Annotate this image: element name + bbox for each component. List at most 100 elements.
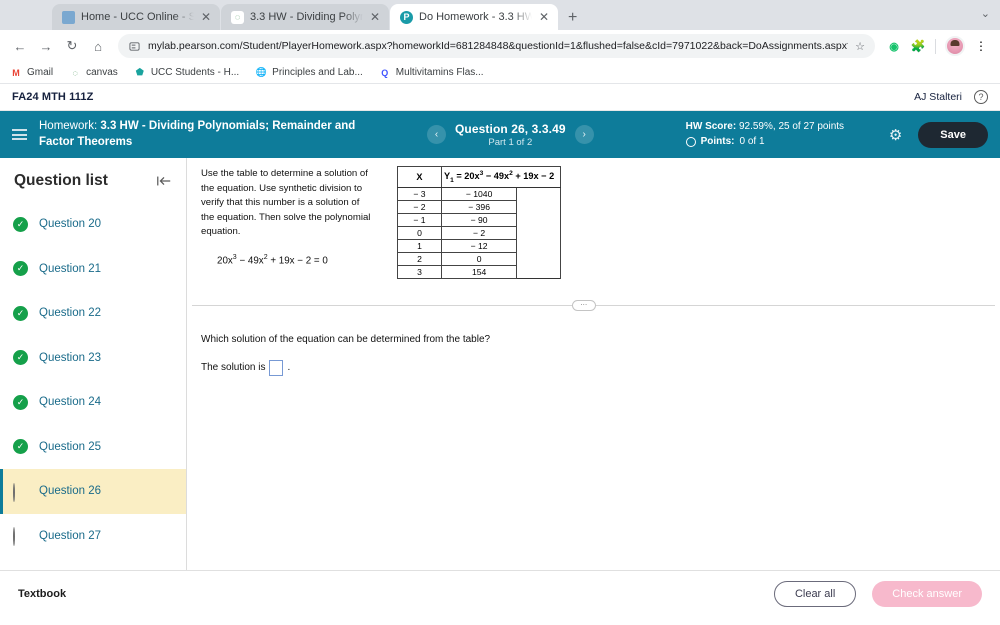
site-settings-icon[interactable] bbox=[128, 40, 141, 53]
main-area: Question list ✓ Question 20 ✓ Question 2… bbox=[0, 158, 1000, 570]
bookmarks-bar: M Gmail ◌ canvas ⬟ UCC Students - H... 🌐… bbox=[0, 62, 1000, 84]
user-name[interactable]: AJ Stalteri bbox=[914, 91, 962, 103]
home-icon[interactable]: ⌂ bbox=[86, 34, 110, 58]
status-done-icon: ✓ bbox=[13, 394, 28, 410]
prev-question-button[interactable]: ‹ bbox=[427, 125, 446, 144]
question-link: Question 20 bbox=[39, 218, 102, 231]
sidebar-item-question-25[interactable]: ✓ Question 25 bbox=[0, 425, 186, 470]
table-row: − 2 − 396 bbox=[397, 199, 562, 214]
sidebar-item-question-27[interactable]: Question 27 bbox=[0, 514, 186, 559]
cell-x: 1 bbox=[397, 238, 442, 253]
close-icon[interactable]: ✕ bbox=[369, 11, 381, 23]
values-table: X Y1 = 20x3 − 49x2 + 19x − 2 − 3 − 1040 … bbox=[397, 166, 562, 279]
eq-term-a: 20x bbox=[217, 255, 233, 267]
eq-term-b: − 49x bbox=[236, 255, 264, 267]
question-part-label: Part 1 of 2 bbox=[488, 136, 533, 148]
browser-tab[interactable]: Home - UCC Online - Sue Sh ✕ bbox=[52, 4, 220, 30]
profile-avatar[interactable] bbox=[945, 36, 965, 56]
browser-menu-icon[interactable]: ⋮ bbox=[970, 35, 992, 57]
current-question-label: Question 26, 3.3.49 bbox=[455, 121, 566, 136]
bookmark-item[interactable]: M Gmail bbox=[10, 67, 53, 79]
table-row: 2 0 bbox=[397, 251, 562, 266]
browser-toolbar: ← → ↻ ⌂ mylab.pearson.com/Student/Player… bbox=[0, 30, 1000, 62]
table-row: 0 − 2 bbox=[397, 225, 562, 240]
question-prompt: Use the table to determine a solution of… bbox=[201, 168, 371, 238]
forward-icon[interactable]: → bbox=[34, 34, 58, 58]
bookmark-star-icon[interactable]: ☆ bbox=[855, 40, 865, 53]
cell-y: 0 bbox=[440, 251, 518, 266]
homework-title: Homework: 3.3 HW - Dividing Polynomials;… bbox=[39, 119, 369, 150]
eq-term-c: + 19x − 2 = 0 bbox=[267, 255, 328, 267]
bookmark-item[interactable]: ⬟ UCC Students - H... bbox=[134, 67, 239, 79]
table-row: 1 − 12 bbox=[397, 238, 562, 253]
cell-blank bbox=[516, 187, 562, 201]
cell-blank bbox=[516, 265, 562, 279]
homework-label: Homework: bbox=[39, 119, 98, 132]
bookmark-item[interactable]: ◌ canvas bbox=[69, 67, 118, 79]
app-topbar: FA24 MTH 111Z AJ Stalteri ? bbox=[0, 84, 1000, 111]
cell-x: − 1 bbox=[397, 212, 442, 227]
gear-icon[interactable]: ⚙ bbox=[889, 126, 902, 144]
bookmark-label: Gmail bbox=[27, 67, 54, 78]
save-button[interactable]: Save bbox=[918, 121, 988, 148]
points-value: 0 of 1 bbox=[739, 135, 765, 147]
sub-question-text: Which solution of the equation can be de… bbox=[201, 333, 491, 345]
window-caret-icon[interactable]: ⌄ bbox=[981, 7, 990, 20]
cell-y: − 1040 bbox=[440, 186, 518, 201]
cell-x: 2 bbox=[397, 251, 442, 266]
new-tab-button[interactable]: + bbox=[559, 10, 586, 30]
sidebar-item-question-24[interactable]: ✓ Question 24 bbox=[0, 380, 186, 425]
sidebar-item-question-23[interactable]: ✓ Question 23 bbox=[0, 336, 186, 381]
bookmark-item[interactable]: 🌐 Principles and Lab... bbox=[255, 67, 363, 79]
browser-tab-active[interactable]: P Do Homework - 3.3 HW - Div ✕ bbox=[390, 4, 558, 30]
answer-input[interactable] bbox=[269, 359, 284, 376]
cell-y: − 90 bbox=[440, 212, 518, 227]
points-label: Points: bbox=[700, 135, 735, 147]
table-header-y: Y1 = 20x3 − 49x2 + 19x − 2 bbox=[440, 166, 562, 188]
address-bar[interactable]: mylab.pearson.com/Student/PlayerHomework… bbox=[118, 34, 875, 58]
collapse-left-icon[interactable] bbox=[156, 174, 172, 188]
answer-suffix: . bbox=[287, 362, 291, 374]
answer-prefix: The solution is bbox=[201, 362, 266, 374]
hamburger-icon[interactable] bbox=[12, 129, 27, 140]
cell-blank bbox=[516, 252, 562, 266]
ucc-icon: ⬟ bbox=[135, 67, 144, 77]
bookmark-item[interactable]: Q Multivitamins Flas... bbox=[379, 67, 483, 79]
cell-blank bbox=[516, 239, 562, 253]
question-prompt-block: Use the table to determine a solution of… bbox=[201, 166, 373, 279]
sidebar-item-question-21[interactable]: ✓ Question 21 bbox=[0, 247, 186, 292]
browser-tabstrip: Home - UCC Online - Sue Sh ✕ ◌ 3.3 HW - … bbox=[0, 0, 1000, 30]
check-answer-button[interactable]: Check answer bbox=[872, 581, 982, 607]
bookmark-label: canvas bbox=[86, 67, 118, 78]
question-link: Question 26 bbox=[39, 485, 102, 498]
ucc-icon bbox=[62, 10, 75, 24]
sidebar-item-question-20[interactable]: ✓ Question 20 bbox=[0, 202, 186, 247]
cell-blank bbox=[516, 213, 562, 227]
status-open-icon bbox=[13, 482, 28, 502]
back-icon[interactable]: ← bbox=[8, 34, 32, 58]
clear-all-button[interactable]: Clear all bbox=[773, 581, 857, 607]
help-icon[interactable]: ? bbox=[974, 90, 988, 104]
divider-handle[interactable]: ⋯ bbox=[572, 299, 596, 311]
question-list: ✓ Question 20 ✓ Question 21 ✓ Question 2… bbox=[0, 202, 186, 558]
cell-x: − 3 bbox=[397, 186, 442, 201]
sidebar-item-question-26[interactable]: Question 26 bbox=[0, 469, 186, 514]
status-done-icon: ✓ bbox=[13, 439, 28, 455]
sidebar-item-question-22[interactable]: ✓ Question 22 bbox=[0, 291, 186, 336]
question-link: Question 23 bbox=[39, 351, 102, 364]
sidebar-title: Question list bbox=[14, 172, 108, 189]
table-row: − 1 − 90 bbox=[397, 212, 562, 227]
footer-bar: Textbook Clear all Check answer bbox=[0, 570, 1000, 617]
reload-icon[interactable]: ↻ bbox=[60, 34, 84, 58]
tab-title: Home - UCC Online - Sue Sh bbox=[81, 11, 194, 23]
grammarly-icon[interactable]: ◉ bbox=[883, 35, 905, 57]
status-done-icon: ✓ bbox=[13, 261, 28, 277]
next-question-button[interactable]: › bbox=[574, 125, 594, 144]
close-icon[interactable]: ✕ bbox=[200, 11, 212, 23]
close-icon[interactable]: ✕ bbox=[538, 11, 550, 23]
cell-y: 154 bbox=[440, 264, 518, 279]
cell-y: − 12 bbox=[440, 238, 518, 253]
browser-tab[interactable]: ◌ 3.3 HW - Dividing Polynomia ✕ bbox=[221, 4, 389, 30]
extensions-puzzle-icon[interactable]: 🧩 bbox=[907, 35, 929, 57]
textbook-button[interactable]: Textbook bbox=[18, 588, 66, 600]
